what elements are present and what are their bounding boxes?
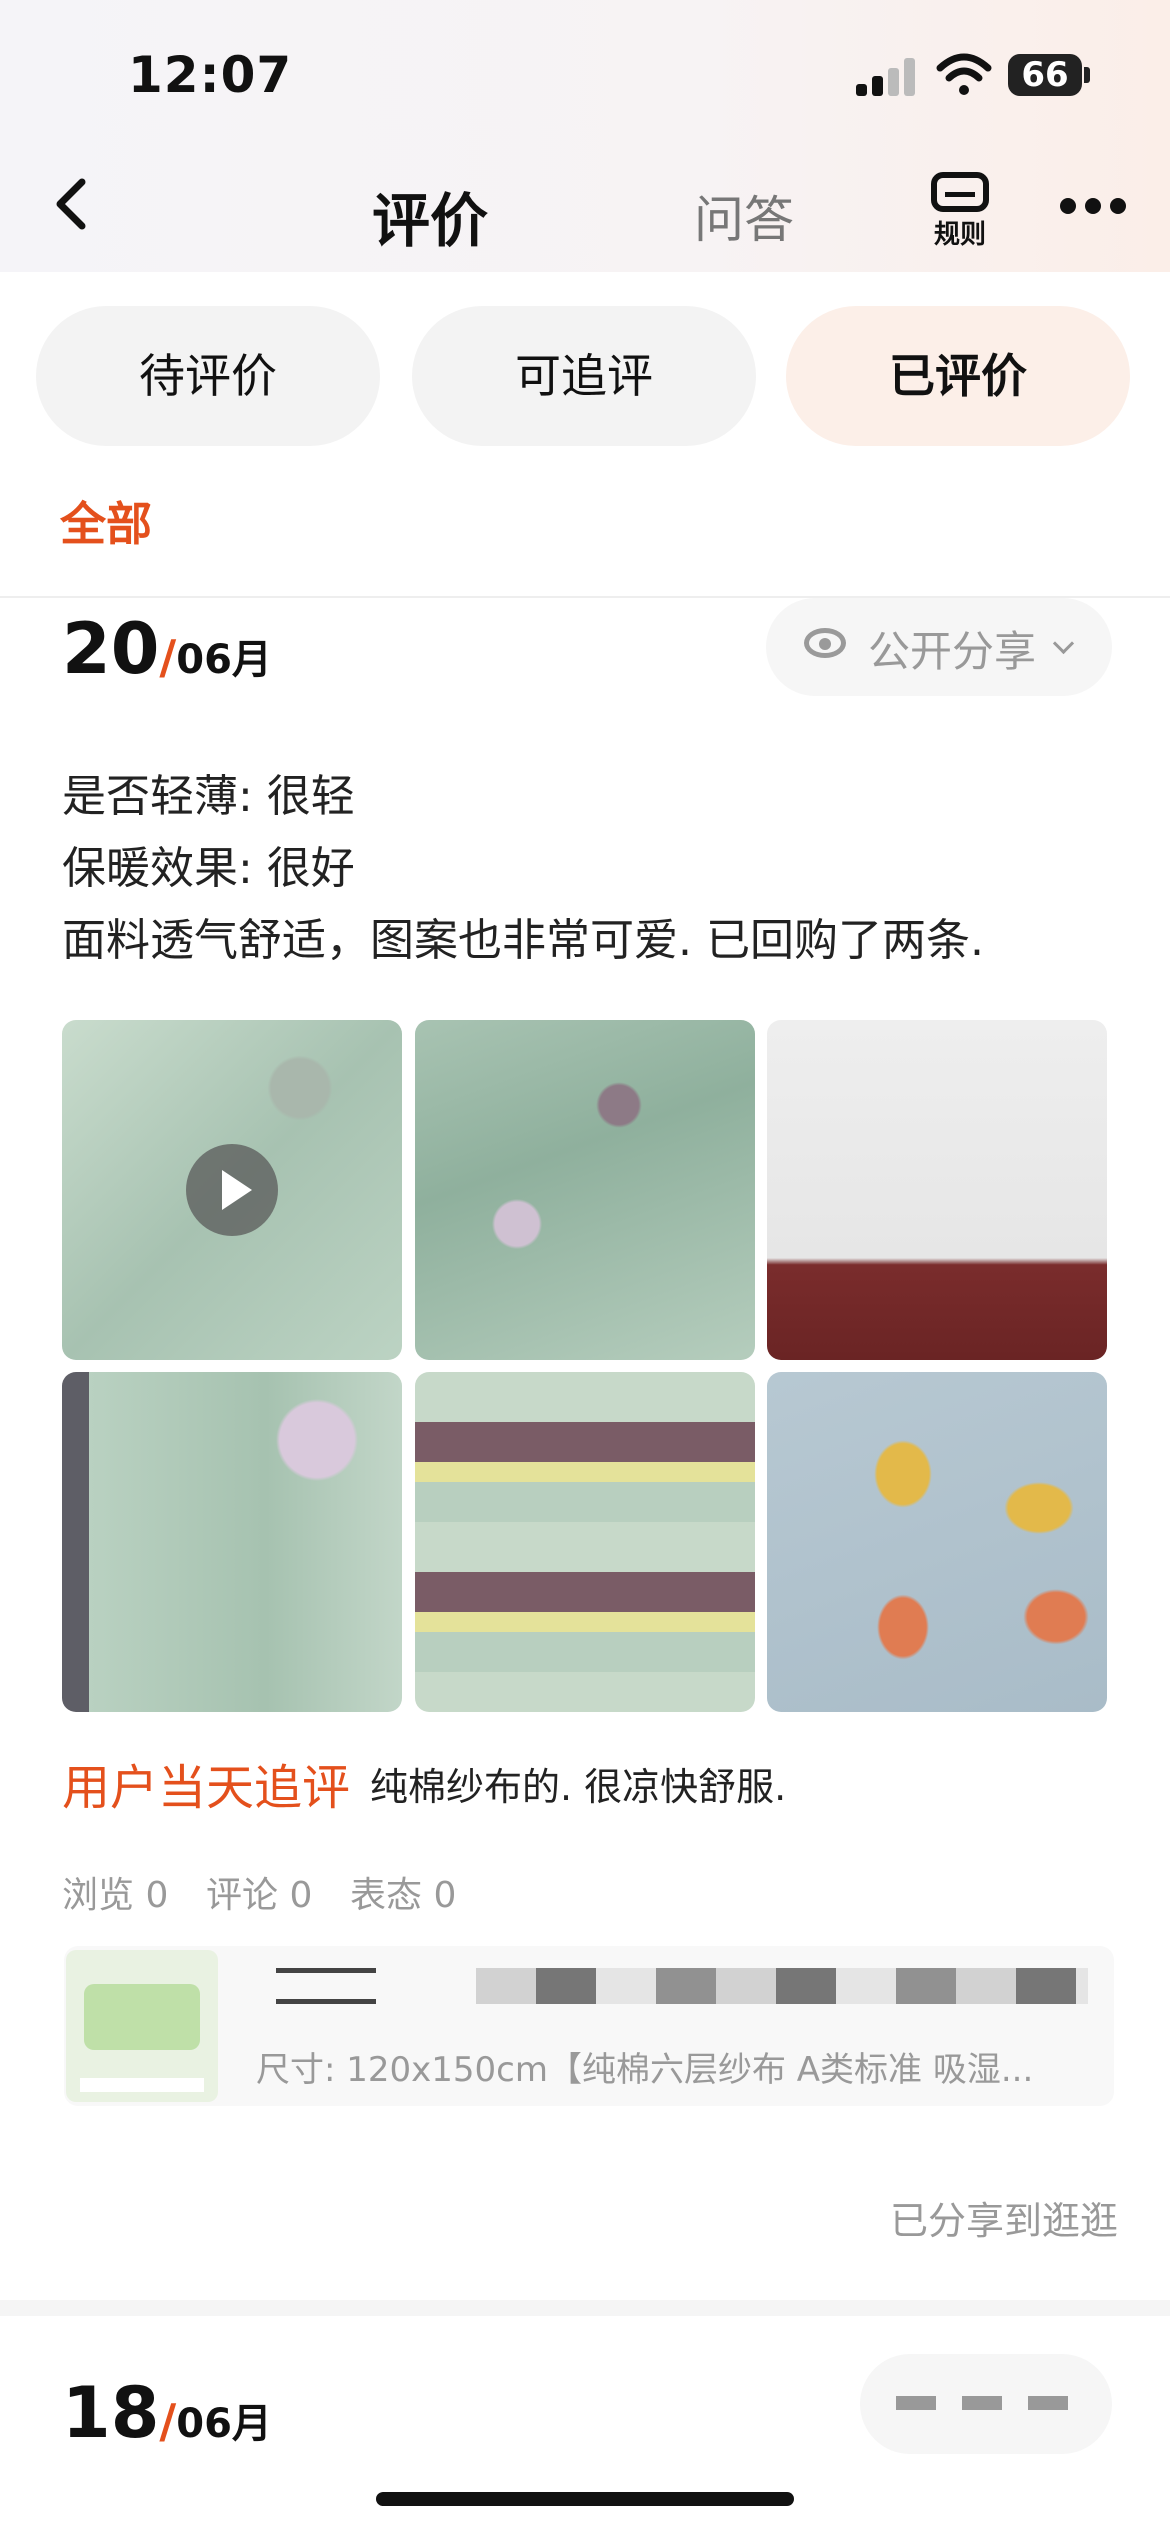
battery-tip bbox=[1084, 67, 1090, 83]
eye-icon bbox=[804, 628, 846, 658]
product-card[interactable]: 尺寸: 120x150cm【纯棉六层纱布 A类标准 吸湿... bbox=[64, 1946, 1114, 2106]
followup-text: 纯棉纱布的. 很凉快舒服. bbox=[370, 1765, 787, 1809]
review-photo[interactable] bbox=[415, 1372, 755, 1712]
status-time: 12:07 bbox=[128, 46, 293, 104]
review-month: 06月 bbox=[176, 637, 272, 683]
redacted-mark bbox=[896, 2396, 1076, 2410]
date-slash: / bbox=[159, 630, 177, 684]
rules-icon bbox=[931, 172, 989, 212]
views-count: 浏览 0 bbox=[62, 1875, 169, 1916]
tab-reviews-title[interactable]: 评价 bbox=[372, 174, 488, 258]
tab-reviewed[interactable]: 已评价 bbox=[786, 306, 1130, 446]
section-separator bbox=[0, 2300, 1170, 2316]
tab-can-follow-up[interactable]: 可追评 bbox=[412, 306, 756, 446]
cellular-signal-icon bbox=[856, 56, 916, 96]
review-text-line: 是否轻薄: 很轻 bbox=[62, 771, 355, 822]
product-thumbnail bbox=[66, 1950, 218, 2102]
review-month: 06月 bbox=[176, 2401, 272, 2447]
review-photo-package[interactable] bbox=[767, 1020, 1107, 1360]
redacted-title-bar bbox=[476, 1968, 1088, 2004]
play-icon[interactable] bbox=[186, 1144, 278, 1236]
rules-label: 规则 bbox=[933, 220, 986, 250]
review-text-line: 面料透气舒适，图案也非常可爱. 已回购了两条. bbox=[62, 915, 984, 966]
product-image-blanket bbox=[84, 1984, 200, 2050]
wifi-icon bbox=[936, 53, 992, 95]
review-date: 20/06月 bbox=[62, 608, 272, 690]
home-indicator bbox=[376, 2492, 794, 2506]
review-text-line: 保暖效果: 很好 bbox=[62, 843, 355, 894]
review-photo[interactable] bbox=[767, 1372, 1107, 1712]
review-day: 20 bbox=[62, 608, 160, 690]
review-video-thumbnail[interactable] bbox=[62, 1020, 402, 1360]
chevron-down-icon bbox=[1052, 632, 1075, 655]
tab-pending-review[interactable]: 待评价 bbox=[36, 306, 380, 446]
filter-all[interactable]: 全部 bbox=[60, 488, 152, 554]
rules-button[interactable]: 规则 bbox=[924, 172, 996, 250]
followup-label: 用户当天追评 bbox=[62, 1760, 351, 1816]
visibility-dropdown[interactable]: 公开分享 bbox=[766, 598, 1112, 696]
tab-qa[interactable]: 问答 bbox=[694, 180, 794, 252]
comments-count[interactable]: 评论 0 bbox=[206, 1866, 312, 1918]
review-photo[interactable] bbox=[415, 1020, 755, 1360]
more-options-icon[interactable] bbox=[1060, 198, 1126, 214]
battery-indicator: 66 bbox=[1008, 54, 1082, 96]
review-photo[interactable] bbox=[62, 1372, 402, 1712]
date-slash: / bbox=[159, 2394, 177, 2448]
review-day: 18 bbox=[62, 2372, 160, 2454]
back-arrow-icon[interactable] bbox=[50, 176, 90, 232]
shared-status: 已分享到逛逛 bbox=[890, 2199, 1119, 2243]
review-date: 18/06月 bbox=[62, 2372, 272, 2454]
reactions-count[interactable]: 表态 0 bbox=[350, 1866, 456, 1918]
visibility-dropdown-redacted[interactable] bbox=[860, 2354, 1112, 2454]
visibility-label: 公开分享 bbox=[868, 627, 1037, 676]
redacted-title-mark bbox=[276, 1968, 376, 2004]
product-image-brand-strip bbox=[80, 2078, 204, 2092]
product-spec: 尺寸: 120x150cm【纯棉六层纱布 A类标准 吸湿... bbox=[256, 2050, 1034, 2090]
